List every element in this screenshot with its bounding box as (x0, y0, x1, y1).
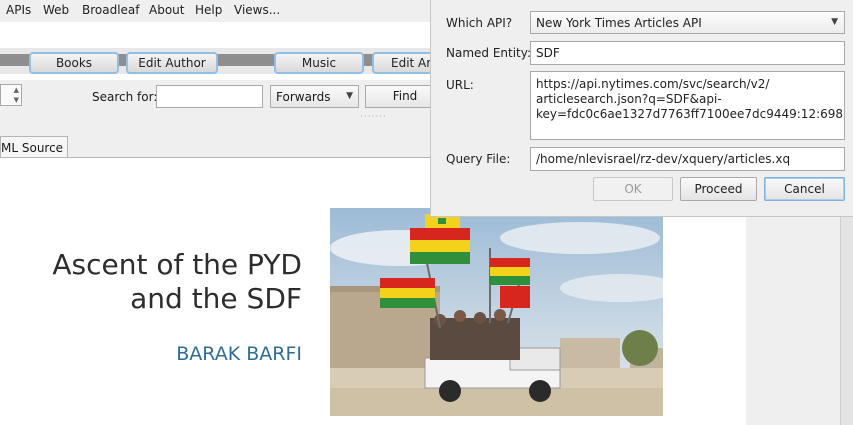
chevron-down-icon: ▼ (831, 17, 838, 27)
tab-xml-source[interactable]: ML Source (0, 136, 68, 158)
spin-box[interactable]: ▲ ▼ (0, 84, 22, 106)
menu-views[interactable]: Views... (234, 3, 280, 17)
right-margin (746, 200, 853, 425)
flag-2 (380, 278, 435, 308)
ok-button[interactable]: OK (593, 177, 673, 201)
direction-select[interactable]: Forwards ▼ (270, 85, 359, 108)
flag-3 (490, 258, 530, 285)
entity-label: Named Entity: (446, 46, 532, 60)
music-button[interactable]: Music (274, 52, 364, 74)
search-label: Search for: (92, 90, 158, 104)
article-author: BARAK BARFI (176, 343, 302, 365)
article-photo (330, 208, 663, 416)
query-file-label: Query File: (446, 152, 511, 166)
spin-up-icon[interactable]: ▲ (14, 86, 19, 94)
api-select[interactable]: New York Times Articles API ▼ (530, 11, 845, 34)
api-dialog: Which API? New York Times Articles API ▼… (430, 0, 853, 217)
url-textarea[interactable]: https://api.nytimes.com/svc/search/v2/ a… (530, 71, 845, 140)
menu-broadleaf[interactable]: Broadleaf (82, 3, 140, 17)
photo-illustration (330, 208, 663, 416)
article-title-line-1: Ascent of the PYD (52, 248, 302, 281)
api-label: Which API? (446, 16, 513, 30)
spin-down-icon[interactable]: ▼ (14, 96, 19, 104)
cancel-button[interactable]: Cancel (764, 177, 845, 201)
entity-input[interactable]: SDF (530, 41, 845, 65)
chevron-down-icon: ▼ (346, 91, 353, 101)
search-input[interactable] (156, 85, 263, 108)
direction-value: Forwards (276, 90, 331, 104)
flag-4 (500, 286, 530, 308)
article-title: Ascent of the PYD and the SDF (0, 248, 302, 316)
url-label: URL: (446, 78, 474, 92)
article-title-line-2: and the SDF (130, 282, 302, 315)
menu-apis[interactable]: APIs (6, 3, 31, 17)
tab-divider (0, 157, 440, 158)
api-value: New York Times Articles API (536, 16, 702, 30)
menu-about[interactable]: About (149, 3, 184, 17)
query-file-input[interactable]: /home/nlevisrael/rz-dev/xquery/articles.… (530, 147, 845, 171)
edit-author-button[interactable]: Edit Author (126, 52, 218, 74)
proceed-button[interactable]: Proceed (680, 177, 757, 201)
menu-web[interactable]: Web (43, 3, 69, 17)
menu-help[interactable]: Help (195, 3, 222, 17)
books-button[interactable]: Books (29, 52, 119, 74)
vertical-scrollbar[interactable] (840, 200, 853, 425)
flag-1 (410, 228, 470, 264)
